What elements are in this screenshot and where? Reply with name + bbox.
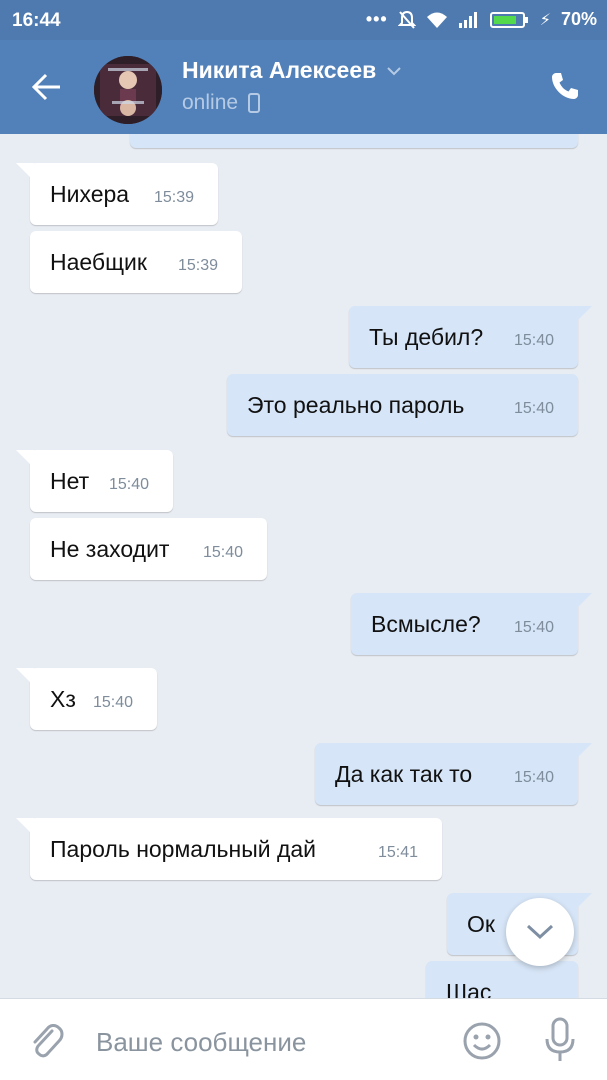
message-bubble-incoming[interactable]: Хз 15:40: [16, 668, 157, 730]
presence-row: online: [182, 91, 261, 115]
message-bubble-incoming[interactable]: Наебщик 15:39: [30, 231, 242, 293]
avatar[interactable]: [94, 56, 162, 124]
scroll-to-bottom-button[interactable]: [506, 898, 574, 966]
mobile-phone-icon: [248, 93, 261, 113]
message-bubble-outgoing[interactable]: Всмысле? 15:40: [351, 593, 592, 655]
message-text: Это реально пароль: [247, 392, 465, 418]
message-time: 15:40: [514, 332, 555, 349]
battery-icon: [489, 11, 528, 28]
message-time: 15:39: [154, 189, 195, 206]
message-bubble-incoming[interactable]: Нет 15:40: [16, 450, 173, 512]
message-bubble-partial[interactable]: [130, 134, 578, 148]
contact-name[interactable]: Никита Алексеев: [182, 57, 376, 84]
message-bubble-incoming[interactable]: Нихера 15:39: [16, 163, 218, 225]
message-text: Ты дебил?: [369, 324, 484, 350]
message-time: 15:40: [514, 619, 555, 636]
message-time: 15:39: [178, 257, 219, 274]
message-bubble-incoming[interactable]: Не заходит 15:40: [30, 518, 267, 580]
chevron-down-icon[interactable]: [386, 66, 402, 76]
message-bubble-outgoing[interactable]: Ты дебил? 15:40: [349, 306, 592, 368]
message-time: 15:41: [378, 844, 419, 861]
microphone-icon[interactable]: [542, 1017, 578, 1063]
message-text: Всмысле?: [371, 611, 481, 637]
status-icons: ••• ⚡ 70%: [366, 9, 597, 30]
message-composer: Ваше сообщение: [0, 998, 607, 1080]
back-arrow-icon[interactable]: [30, 70, 64, 104]
message-time: 15:40: [93, 694, 134, 711]
message-text: Нихера: [50, 181, 130, 207]
paperclip-icon[interactable]: [28, 1021, 64, 1061]
contact-name-row[interactable]: Никита Алексеев: [182, 57, 402, 84]
message-text: Да как так то: [335, 761, 473, 787]
avatar-image: [94, 56, 162, 124]
message-time: 15:40: [514, 769, 555, 786]
phone-call-icon[interactable]: [549, 70, 581, 102]
status-bar: 16:44 ••• ⚡ 70%: [0, 0, 607, 40]
message-time: 15:40: [514, 400, 555, 417]
message-input[interactable]: Ваше сообщение: [96, 1027, 306, 1058]
signal-icon: [458, 11, 477, 28]
wifi-icon: [426, 12, 447, 28]
message-text: Шас: [446, 979, 492, 998]
emoji-icon[interactable]: [462, 1021, 502, 1061]
message-bubble-outgoing[interactable]: Шас: [426, 961, 578, 998]
battery-percent: 70%: [560, 9, 597, 29]
charging-icon: ⚡: [539, 11, 551, 29]
message-text: Пароль нормальный дай: [50, 836, 317, 862]
presence-status: online: [182, 91, 239, 114]
message-bubble-outgoing[interactable]: Это реально пароль 15:40: [227, 374, 578, 436]
more-dots-icon: •••: [365, 9, 388, 29]
chat-header: Никита Алексеев online: [0, 40, 607, 134]
message-time: 15:40: [203, 544, 244, 561]
message-list[interactable]: Нихера 15:39 Наебщик 15:39 Ты дебил? 15:…: [0, 134, 607, 998]
message-text: Ок: [467, 911, 495, 937]
message-bubble-outgoing[interactable]: Да как так то 15:40: [315, 743, 592, 805]
chevron-down-icon: [526, 924, 554, 940]
bell-off-icon: [397, 10, 416, 29]
message-text: Наебщик: [50, 249, 147, 275]
message-text: Хз: [50, 686, 76, 712]
message-bubble-incoming[interactable]: Пароль нормальный дай 15:41: [16, 818, 442, 880]
message-text: Нет: [50, 468, 90, 494]
status-time: 16:44: [12, 10, 61, 31]
message-time: 15:40: [109, 476, 150, 493]
message-text: Не заходит: [50, 536, 170, 562]
